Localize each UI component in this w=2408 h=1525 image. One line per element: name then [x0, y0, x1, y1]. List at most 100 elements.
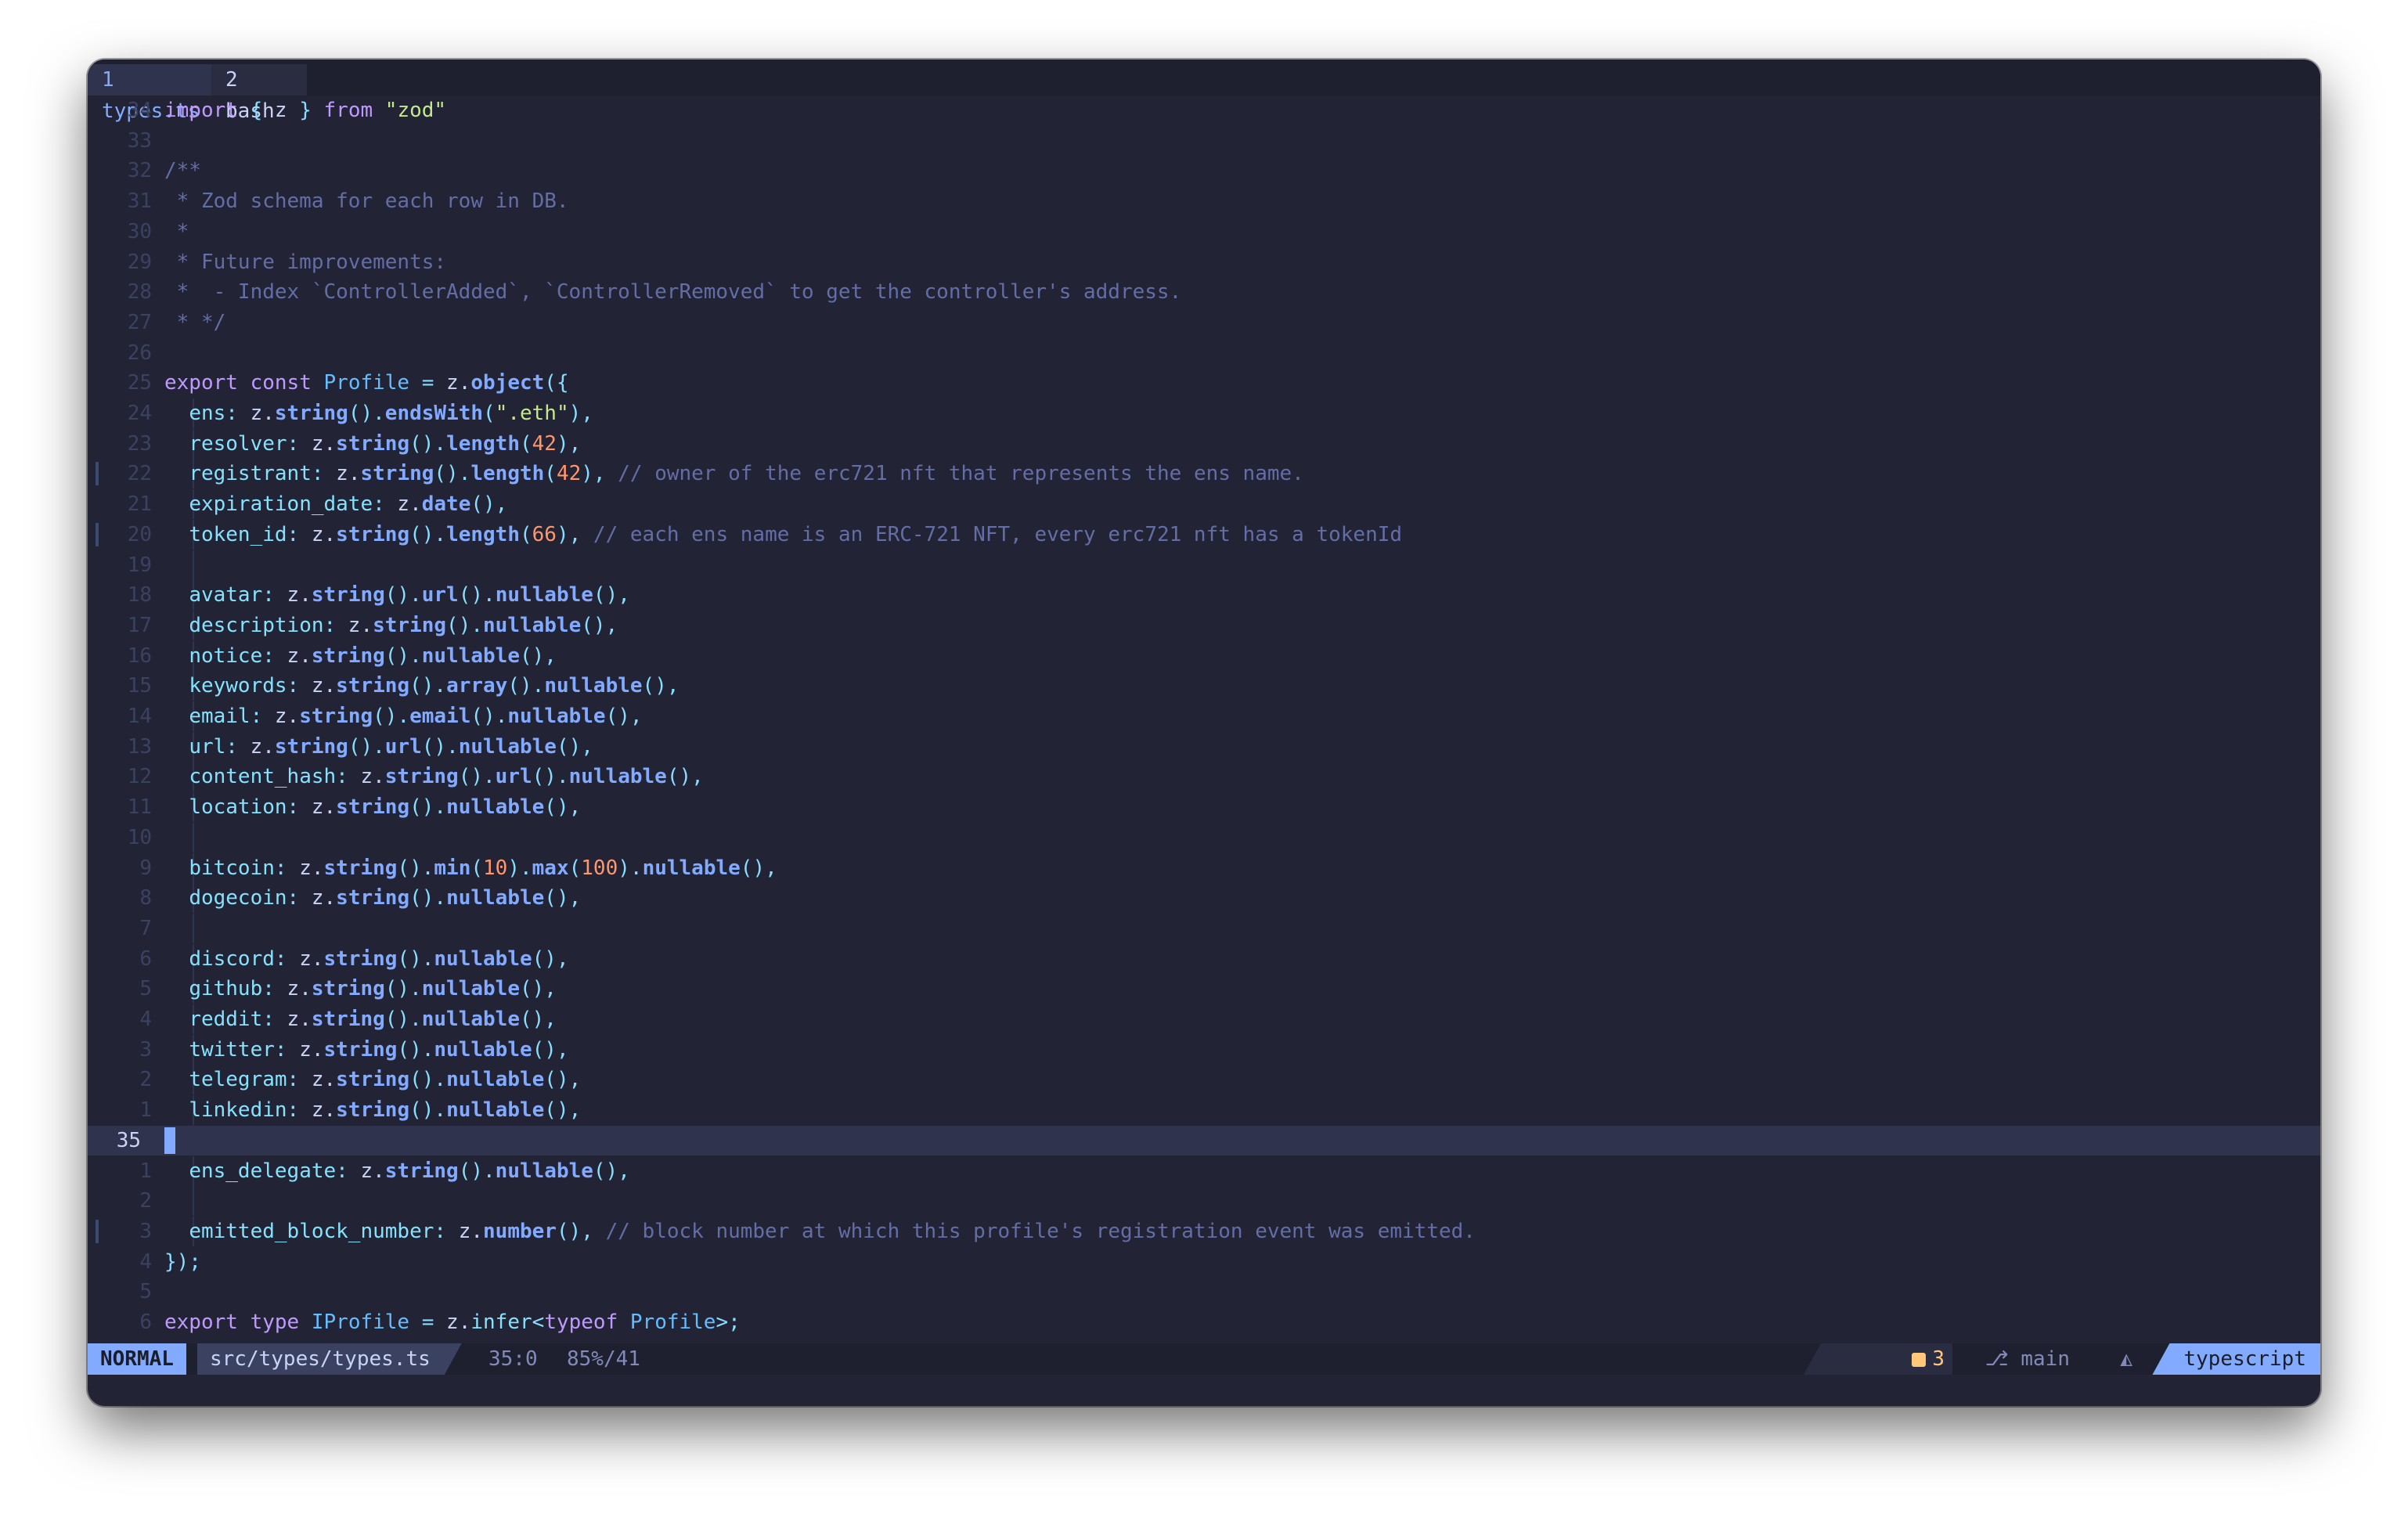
code-line[interactable]: 33 — [88, 126, 2320, 156]
code-text: registrant: z.string().length(42), // ow… — [164, 459, 1304, 489]
code-token: ( — [483, 402, 496, 425]
code-token: (). — [409, 1098, 447, 1122]
code-token: nullable — [495, 1159, 593, 1183]
code-text: * Zod schema for each row in DB. — [164, 186, 569, 216]
code-text: bitcoin: z.string().min(10).max(100).nul… — [164, 853, 777, 883]
code-line[interactable]: 30 * — [88, 217, 2320, 247]
indent-guide — [193, 1126, 194, 1155]
code-token: z. — [299, 886, 337, 910]
code-line[interactable]: 11 location: z.string().nullable(), — [88, 792, 2320, 822]
code-editor[interactable]: 34 import { z } from "zod" 33 32/** 31 * Zod… — [88, 96, 2320, 1372]
code-line[interactable]: 34 import { z } from "zod" — [88, 96, 2320, 125]
code-line[interactable]: 13 url: z.string().url().nullable(), — [88, 732, 2320, 762]
code-text: emitted_block_number: z.number(), // blo… — [164, 1217, 1476, 1246]
code-token: z. — [299, 1068, 337, 1091]
line-number: 1 — [139, 1098, 152, 1122]
code-token: : — [262, 644, 275, 668]
code-token: (). — [397, 1038, 434, 1062]
code-token: ".eth" — [495, 402, 569, 425]
code-token: (). — [397, 947, 434, 971]
code-text: reddit: z.string().nullable(), — [164, 1004, 557, 1034]
code-token: length — [470, 462, 545, 485]
code-token: keywords — [189, 674, 287, 698]
line-number: 3 — [139, 1038, 152, 1062]
code-line[interactable]: 10 — [88, 823, 2320, 853]
code-line[interactable]: 1 linkedin: z.string().nullable(), — [88, 1095, 2320, 1125]
line-number: 1 — [139, 1159, 152, 1183]
code-line[interactable]: 21 expiration_date: z.date(), — [88, 489, 2320, 519]
code-token: nullable — [446, 795, 545, 819]
code-line[interactable]: 19 — [88, 550, 2320, 580]
code-token: : — [287, 886, 300, 910]
line-number: 5 — [139, 977, 152, 1000]
line-number: 12 — [127, 765, 152, 788]
code-line[interactable]: 24 ens: z.string().endsWith(".eth"), — [88, 398, 2320, 428]
code-line[interactable]: 20 token_id: z.string().length(66), // e… — [88, 520, 2320, 550]
code-line[interactable]: 29 * Future improvements: — [88, 247, 2320, 277]
code-token: (). — [409, 432, 447, 456]
code-line[interactable]: 4 reddit: z.string().nullable(), — [88, 1004, 2320, 1034]
code-token: email — [409, 705, 471, 728]
code-token: (), — [740, 856, 777, 880]
code-line[interactable]: 18 avatar: z.string().url().nullable(), — [88, 580, 2320, 610]
text-cursor — [164, 1127, 175, 1154]
code-token: from — [323, 99, 373, 122]
code-text: email: z.string().email().nullable(), — [164, 701, 642, 731]
code-text: description: z.string().nullable(), — [164, 611, 618, 640]
code-token: } — [299, 99, 312, 122]
code-line[interactable]: 15 keywords: z.string().array().nullable… — [88, 671, 2320, 701]
current-line[interactable]: 35 — [88, 1126, 2320, 1155]
code-line[interactable]: 6 discord: z.string().nullable(), — [88, 944, 2320, 974]
code-line[interactable]: 6 export type IProfile = z.infer<typeof P… — [88, 1307, 2320, 1337]
code-line[interactable]: 7 — [88, 914, 2320, 943]
code-line[interactable]: 9 bitcoin: z.string().min(10).max(100).n… — [88, 853, 2320, 883]
code-line[interactable]: 32 /** — [88, 156, 2320, 186]
code-line[interactable]: 22 registrant: z.string().length(42), //… — [88, 459, 2320, 489]
tab-bash[interactable]: 2 bash — [211, 64, 307, 123]
code-line[interactable]: 1 ens_delegate: z.string().nullable(), — [88, 1156, 2320, 1186]
code-line[interactable]: 28 * - Index `ControllerAdded`, `Control… — [88, 277, 2320, 307]
tab-types-ts[interactable]: 1 types.ts — [88, 64, 211, 123]
code-token: (), — [666, 765, 704, 788]
code-token: (). — [434, 462, 471, 485]
warning-count: 3 — [1932, 1347, 1945, 1371]
code-line[interactable]: 3 emitted_block_number: z.number(), // b… — [88, 1217, 2320, 1246]
code-line[interactable]: 8 dogecoin: z.string().nullable(), — [88, 883, 2320, 913]
code-line[interactable]: 25 export const Profile = z.object({ — [88, 368, 2320, 398]
code-token: z — [262, 99, 300, 122]
code-token: : — [287, 1098, 300, 1122]
code-line[interactable]: 27 * */ — [88, 308, 2320, 337]
code-line[interactable]: 2 — [88, 1186, 2320, 1216]
line-number: 34 — [127, 99, 152, 122]
line-number: 15 — [127, 674, 152, 698]
code-line[interactable]: 5 — [88, 1277, 2320, 1307]
code-line[interactable]: 4}); — [88, 1247, 2320, 1277]
line-number: 18 — [127, 583, 152, 607]
code-token: string — [311, 977, 385, 1000]
code-token: : — [287, 1068, 300, 1091]
code-line[interactable]: 31 * Zod schema for each row in DB. — [88, 186, 2320, 216]
code-line[interactable]: 5 github: z.string().nullable(), — [88, 974, 2320, 1004]
code-line[interactable]: 3 twitter: z.string().nullable(), — [88, 1035, 2320, 1065]
code-line[interactable]: 2 telegram: z.string().nullable(), — [88, 1065, 2320, 1094]
code-line[interactable]: 26 — [88, 338, 2320, 368]
line-number: 6 — [139, 947, 152, 971]
code-text: twitter: z.string().nullable(), — [164, 1035, 568, 1065]
code-line[interactable]: 23 resolver: z.string().length(42), — [88, 429, 2320, 459]
code-line[interactable]: 17 description: z.string().nullable(), — [88, 611, 2320, 640]
code-line[interactable]: 16 notice: z.string().nullable(), — [88, 641, 2320, 671]
code-line[interactable]: 12 content_hash: z.string().url().nullab… — [88, 762, 2320, 791]
code-line[interactable]: 14 email: z.string().email().nullable(), — [88, 701, 2320, 731]
line-number: 23 — [127, 432, 152, 456]
